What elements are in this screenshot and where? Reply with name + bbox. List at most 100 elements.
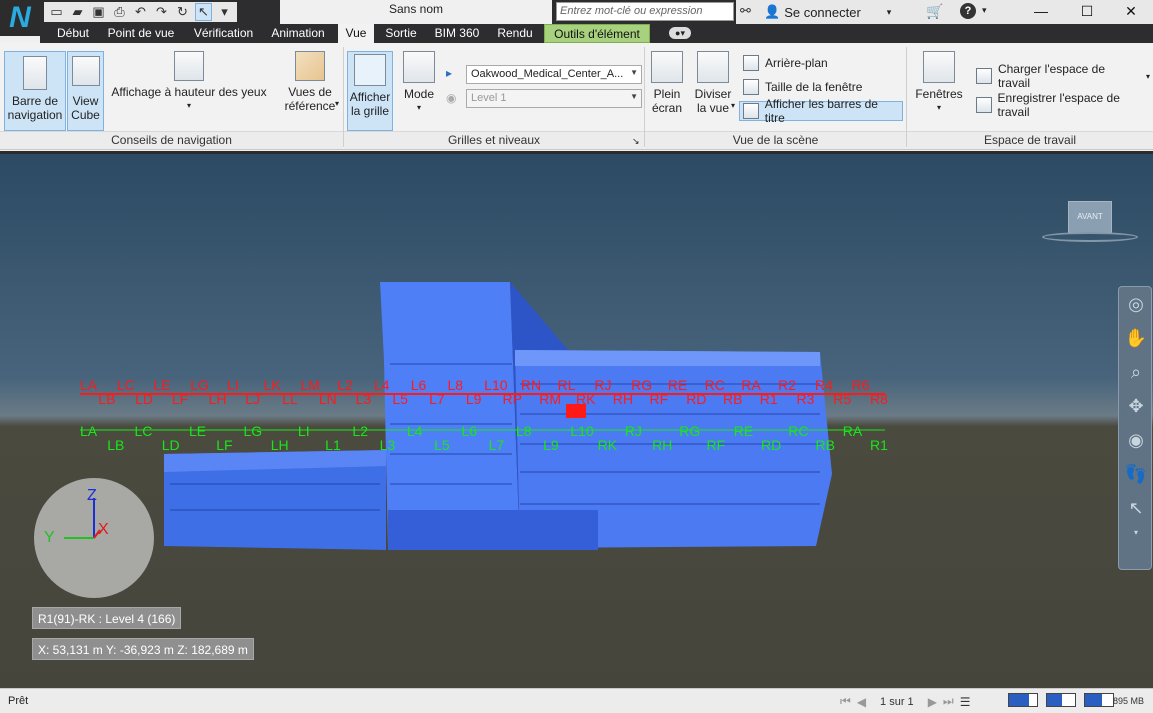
grid-label: LH: [209, 391, 227, 407]
split-view-chevron-icon[interactable]: ▾: [731, 101, 735, 110]
app-logo[interactable]: N: [0, 0, 40, 36]
reference-views-chevron-icon[interactable]: ▾: [335, 99, 339, 108]
eye-height-button[interactable]: Affichage à hauteur des yeux ▾: [110, 51, 268, 113]
redo-icon[interactable]: ↷: [153, 3, 170, 21]
steering-wheel-icon[interactable]: ◎: [1119, 287, 1153, 321]
panel-title-scene: Vue de la scène: [645, 131, 906, 149]
viewcube[interactable]: AVANT: [1068, 201, 1112, 233]
walk-icon[interactable]: 👣: [1119, 457, 1153, 491]
full-screen-label-1: Plein: [653, 87, 681, 101]
grid-label: R1: [870, 437, 888, 453]
mode-label: Mode: [403, 87, 435, 101]
grid-label: RE: [734, 423, 753, 439]
viewcube-compass[interactable]: [1042, 232, 1138, 242]
save-workspace-label: Enregistrer l'espace de travail: [997, 91, 1120, 119]
level-combo[interactable]: Level 1 ▼: [466, 89, 642, 108]
help-chevron-icon[interactable]: ▾: [982, 5, 987, 16]
close-button[interactable]: ✕: [1108, 0, 1153, 24]
viewcube-button[interactable]: View Cube: [67, 51, 104, 131]
grid-label: RF: [707, 437, 726, 453]
tab-rendu[interactable]: Rendu: [490, 24, 540, 43]
tab-animation[interactable]: Animation: [264, 24, 332, 43]
grid-label: LB: [107, 437, 124, 453]
grid-label: R1: [760, 391, 778, 407]
model-combo[interactable]: Oakwood_Medical_Center_A... ▼: [466, 65, 642, 84]
grid-label: RK: [576, 391, 596, 407]
split-view-label-2: la vue: [696, 101, 730, 115]
grid-label: L1: [325, 437, 341, 453]
reference-views-button[interactable]: Vues de référence: [280, 51, 340, 113]
navbar-menu-icon[interactable]: ▾: [1119, 525, 1153, 539]
chevron-down-icon: ▾: [1145, 71, 1150, 81]
last-page-icon[interactable]: ⏭: [943, 694, 954, 709]
select-icon[interactable]: ↖: [195, 3, 212, 21]
ribbon-toggle-icon[interactable]: ●▾: [669, 27, 691, 39]
tab-outils-element[interactable]: Outils d'élément: [544, 24, 650, 43]
new-icon[interactable]: ▭: [48, 3, 65, 21]
performance-meters: [1008, 693, 1114, 707]
refresh-icon[interactable]: ↻: [174, 3, 191, 21]
windows-button[interactable]: Fenêtres ▾: [912, 51, 966, 115]
background-button[interactable]: Arrière-plan: [740, 53, 831, 73]
tab-verification[interactable]: Vérification: [185, 24, 262, 43]
grid-label: L4: [374, 377, 390, 393]
pan-icon[interactable]: ✋: [1119, 321, 1153, 355]
sheet-browser-icon[interactable]: ☰: [960, 695, 971, 709]
web-meter: [1084, 693, 1114, 707]
navigation-bar-button[interactable]: Barre de navigation: [4, 51, 66, 131]
split-view-button[interactable]: Diviser la vue: [692, 51, 734, 115]
panel-launcher-icon[interactable]: ↘: [632, 136, 640, 147]
select-icon[interactable]: ↖: [1119, 491, 1153, 525]
look-icon[interactable]: ◉: [1119, 423, 1153, 457]
grid-label: L9: [543, 437, 559, 453]
cart-icon[interactable]: 🛒: [926, 3, 943, 20]
undo-icon[interactable]: ↶: [132, 3, 149, 21]
tab-vue[interactable]: Vue: [338, 24, 374, 43]
grid-label: LF: [216, 437, 232, 453]
orbit-icon[interactable]: ✥: [1119, 389, 1153, 423]
chevron-down-icon: ▾: [936, 103, 941, 112]
tab-point-de-vue[interactable]: Point de vue: [100, 24, 182, 43]
reference-views-label-2: référence: [284, 99, 336, 113]
map-icon: [295, 51, 325, 81]
building-entrance: [388, 510, 598, 550]
grid-label: LB: [98, 391, 115, 407]
sheet-pager: ⏮ ◀ 1 sur 1 ▶ ⏭ ☰: [840, 694, 971, 709]
binoculars-icon[interactable]: ⚯: [740, 3, 751, 19]
grid-icon: [354, 54, 386, 86]
show-title-bars-label: Afficher les barres de titre: [764, 97, 878, 125]
tab-debut[interactable]: Début: [48, 24, 98, 43]
mode-button[interactable]: Mode ▾: [398, 51, 440, 115]
first-page-icon[interactable]: ⏮: [840, 694, 851, 709]
show-title-bars-button[interactable]: Afficher les barres de titre: [739, 97, 903, 125]
grid-label: R5: [833, 391, 851, 407]
title-bars-icon: [743, 103, 759, 119]
load-workspace-button[interactable]: Charger l'espace de travail ▾: [973, 62, 1153, 90]
search-input[interactable]: Entrez mot-clé ou expression: [556, 2, 734, 21]
dropdown-icon[interactable]: ▾: [216, 3, 233, 21]
full-screen-label-2: écran: [651, 101, 683, 115]
prev-page-icon[interactable]: ◀: [857, 695, 866, 709]
save-icon[interactable]: ▣: [90, 3, 107, 21]
maximize-button[interactable]: ☐: [1064, 0, 1110, 24]
grid-label: LC: [134, 423, 152, 439]
show-grid-label-2: la grille: [350, 104, 389, 118]
full-screen-button[interactable]: Plein écran: [648, 51, 686, 115]
grid-label: L9: [466, 391, 482, 407]
zoom-icon[interactable]: ⌕: [1119, 355, 1153, 389]
minimize-button[interactable]: —: [1018, 0, 1064, 24]
signin-button[interactable]: 👤 Se connecter ▾: [764, 4, 891, 20]
save-workspace-button[interactable]: Enregistrer l'espace de travail: [973, 91, 1153, 119]
reference-views-label-1: Vues de: [288, 85, 332, 99]
print-icon[interactable]: ⎙: [111, 3, 128, 21]
panel-title-workspace: Espace de travail: [907, 131, 1153, 149]
help-button[interactable]: ?: [960, 3, 976, 19]
tab-sortie[interactable]: Sortie: [378, 24, 424, 43]
window-size-button[interactable]: Taille de la fenêtre: [740, 77, 865, 97]
3d-viewport[interactable]: LA LB LC LD LE LF LG LH LI LJ LK LL LM LN L2 L3 L4 L5 L6 L7…: [0, 151, 1153, 688]
open-icon[interactable]: ▰: [69, 3, 86, 21]
grid-label: L5: [392, 391, 408, 407]
next-page-icon[interactable]: ▶: [928, 695, 937, 709]
show-grid-button[interactable]: Afficher la grille: [347, 51, 393, 131]
tab-bim360[interactable]: BIM 360: [430, 24, 484, 43]
